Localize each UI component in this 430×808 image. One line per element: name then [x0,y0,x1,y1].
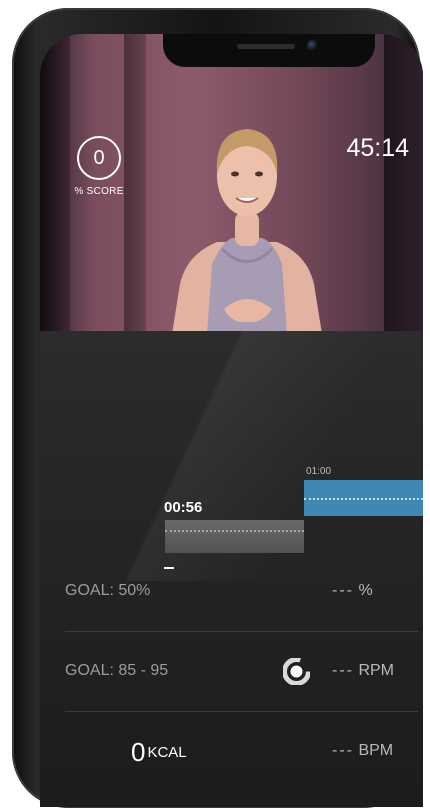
next-segment-time: 01:00 [306,466,332,477]
cadence-unit: RPM [358,662,394,679]
speaker-grille [237,44,295,49]
score-ring: 0 [77,136,121,180]
cadence-goal-label: GOAL: 85 - 95 [65,662,169,679]
effort-goal-label: GOAL: 50% [65,582,151,599]
row-divider [65,711,418,712]
calories-display: 0 KCAL [131,737,187,768]
instructor-figure [172,129,322,331]
heart-rate-value: --- [332,742,354,759]
cadence-value: --- [332,662,354,679]
phone-notch [163,34,375,67]
instructor-video[interactable]: 0 % SCORE 45:14 [40,34,423,331]
calories-unit: KCAL [147,744,187,761]
heart-rate-unit: BPM [358,742,394,759]
workout-screen: 0 % SCORE 45:14 01:00 00:56 GOAL: 50% --… [40,34,423,807]
calories-value: 0 [131,737,146,767]
phone-frame: 0 % SCORE 45:14 01:00 00:56 GOAL: 50% --… [12,8,423,808]
effort-unit: % [358,582,373,599]
effort-value-row: --- % [332,582,373,600]
row-divider [65,631,418,632]
current-effort-marker [164,567,174,569]
cadence-ring-icon [283,658,310,685]
current-segment-target-line [165,530,304,532]
next-segment-target-line [304,498,423,500]
elapsed-timer: 45:14 [346,134,409,162]
score-label: % SCORE [74,186,124,197]
front-camera-icon [307,40,318,51]
current-segment-time: 00:56 [164,499,203,516]
current-segment-bar [165,520,304,553]
effort-value: --- [332,582,354,599]
score-value: 0 [93,147,105,169]
heart-rate-value-row: --- BPM [332,742,393,760]
cadence-value-row: --- RPM [332,662,394,680]
